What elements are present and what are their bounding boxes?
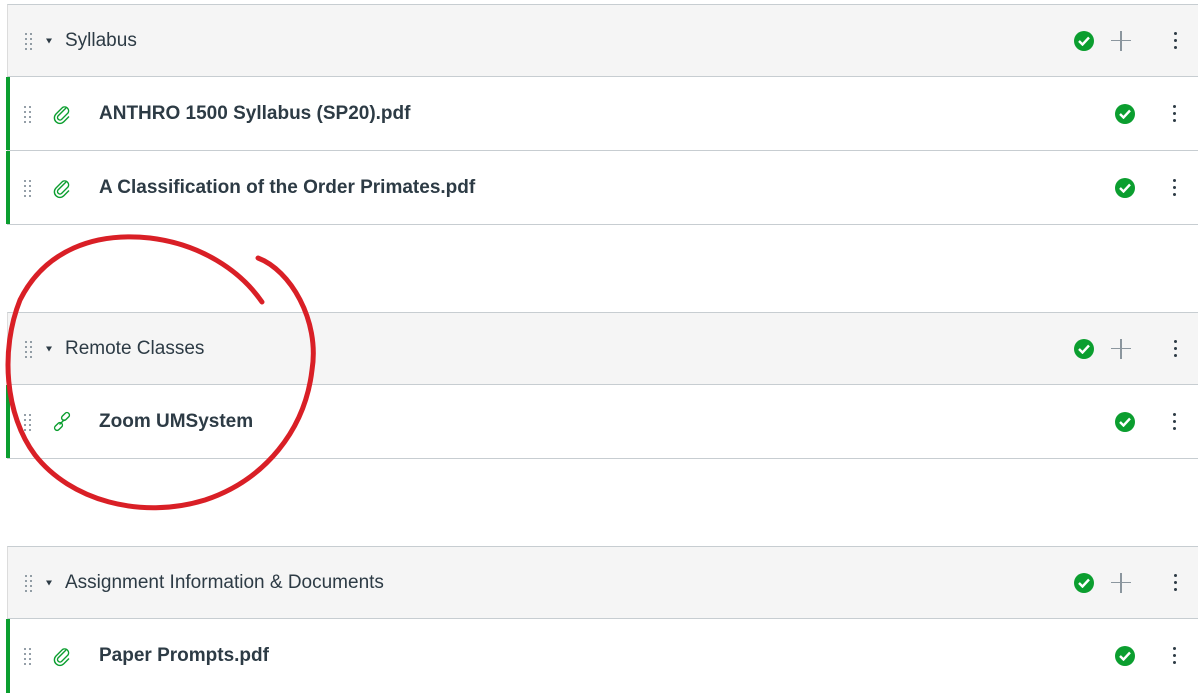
drag-handle-icon[interactable] <box>24 413 32 431</box>
paperclip-icon <box>51 103 73 125</box>
paperclip-icon <box>51 645 73 667</box>
module-item: ANTHRO 1500 Syllabus (SP20).pdf <box>6 77 1198 151</box>
module-syllabus: Syllabus ANTHRO 1500 Syllabus (SP20).pdf <box>6 4 1198 225</box>
module-item: Paper Prompts.pdf <box>6 619 1198 693</box>
module-title[interactable]: Syllabus <box>65 30 137 52</box>
kebab-menu-icon[interactable] <box>1172 178 1178 197</box>
paperclip-icon <box>51 177 73 199</box>
published-check-icon[interactable] <box>1115 177 1135 198</box>
kebab-menu-icon[interactable] <box>1173 31 1179 50</box>
drag-handle-icon[interactable] <box>25 574 33 592</box>
caret-down-icon[interactable] <box>46 38 52 43</box>
module-header[interactable]: Syllabus <box>7 4 1198 77</box>
item-title-link[interactable]: Paper Prompts.pdf <box>99 645 269 667</box>
module-title[interactable]: Assignment Information & Documents <box>65 572 384 594</box>
published-check-icon[interactable] <box>1115 646 1135 666</box>
drag-handle-icon[interactable] <box>25 340 33 358</box>
module-item: Zoom UMSystem <box>6 385 1198 459</box>
module-header[interactable]: Remote Classes <box>7 312 1198 385</box>
item-title-link[interactable]: ANTHRO 1500 Syllabus (SP20).pdf <box>99 103 410 125</box>
link-icon <box>51 411 73 433</box>
drag-handle-icon[interactable] <box>24 648 32 665</box>
module-title[interactable]: Remote Classes <box>65 338 204 360</box>
published-check-icon[interactable] <box>1115 411 1135 432</box>
module-remote-classes: Remote Classes Zoom UMSystem <box>6 312 1198 459</box>
kebab-menu-icon[interactable] <box>1173 339 1179 358</box>
drag-handle-icon[interactable] <box>24 179 32 197</box>
module-item: A Classification of the Order Primates.p… <box>6 151 1198 225</box>
drag-handle-icon[interactable] <box>24 105 32 123</box>
kebab-menu-icon[interactable] <box>1172 647 1178 665</box>
add-item-button[interactable] <box>1111 338 1131 359</box>
module-header[interactable]: Assignment Information & Documents <box>7 546 1198 619</box>
item-title-link[interactable]: Zoom UMSystem <box>99 411 253 433</box>
add-item-button[interactable] <box>1111 572 1131 593</box>
published-check-icon[interactable] <box>1074 338 1094 359</box>
kebab-menu-icon[interactable] <box>1173 573 1179 592</box>
published-check-icon[interactable] <box>1115 103 1135 124</box>
kebab-menu-icon[interactable] <box>1172 412 1178 431</box>
caret-down-icon[interactable] <box>46 580 52 585</box>
kebab-menu-icon[interactable] <box>1172 104 1178 123</box>
published-check-icon[interactable] <box>1074 30 1094 51</box>
item-title-link[interactable]: A Classification of the Order Primates.p… <box>99 177 475 199</box>
add-item-button[interactable] <box>1111 30 1131 51</box>
caret-down-icon[interactable] <box>46 346 52 351</box>
drag-handle-icon[interactable] <box>25 32 33 50</box>
published-check-icon[interactable] <box>1074 572 1094 593</box>
module-assignment-information: Assignment Information & Documents Paper… <box>6 546 1198 693</box>
